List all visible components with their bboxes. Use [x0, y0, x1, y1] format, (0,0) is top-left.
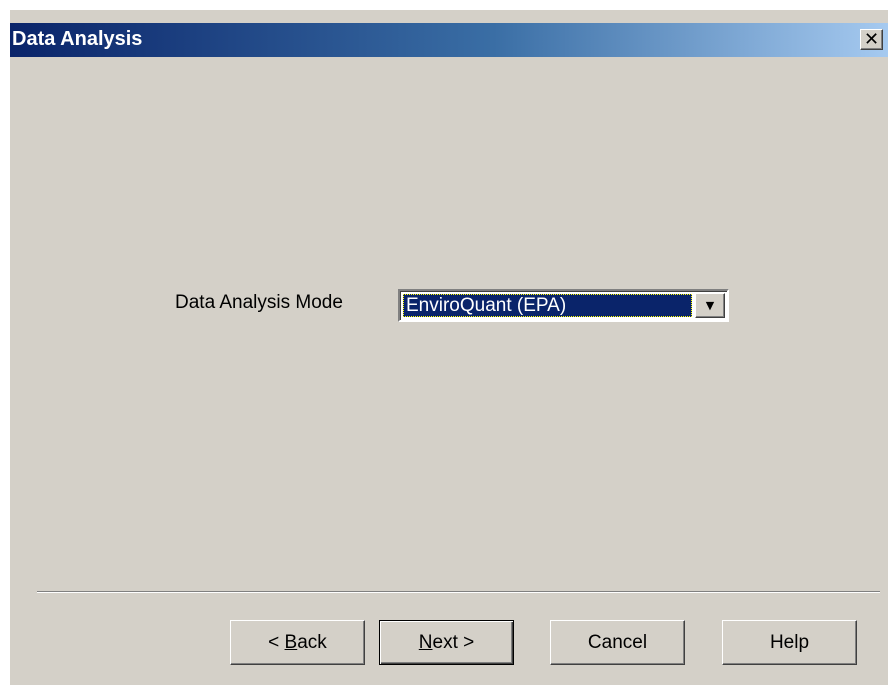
help-button-label: Help [769, 631, 810, 653]
selected-mode-value[interactable]: EnviroQuant (EPA) [403, 294, 692, 317]
next-button-label: Next > [418, 631, 475, 653]
next-button[interactable]: Next > [379, 620, 514, 665]
data-analysis-mode-select[interactable]: EnviroQuant (EPA) ▼ [398, 289, 729, 322]
cancel-button-label: Cancel [587, 631, 648, 653]
button-separator [37, 591, 880, 593]
close-button[interactable]: ✕ [860, 29, 883, 50]
back-button[interactable]: < Back [230, 620, 365, 665]
back-button-label: < Back [268, 631, 327, 653]
help-button[interactable]: Help [722, 620, 857, 665]
window-title: Data Analysis [12, 28, 143, 50]
data-analysis-dialog: Data Analysis ✕ Data Analysis Mode Envir… [9, 9, 888, 685]
dropdown-button[interactable]: ▼ [695, 293, 725, 318]
cancel-button[interactable]: Cancel [550, 620, 685, 665]
close-icon: ✕ [863, 28, 880, 50]
title-bar[interactable]: Data Analysis ✕ [10, 23, 888, 57]
chevron-down-icon: ▼ [705, 299, 715, 312]
data-analysis-mode-label: Data Analysis Mode [175, 292, 343, 313]
